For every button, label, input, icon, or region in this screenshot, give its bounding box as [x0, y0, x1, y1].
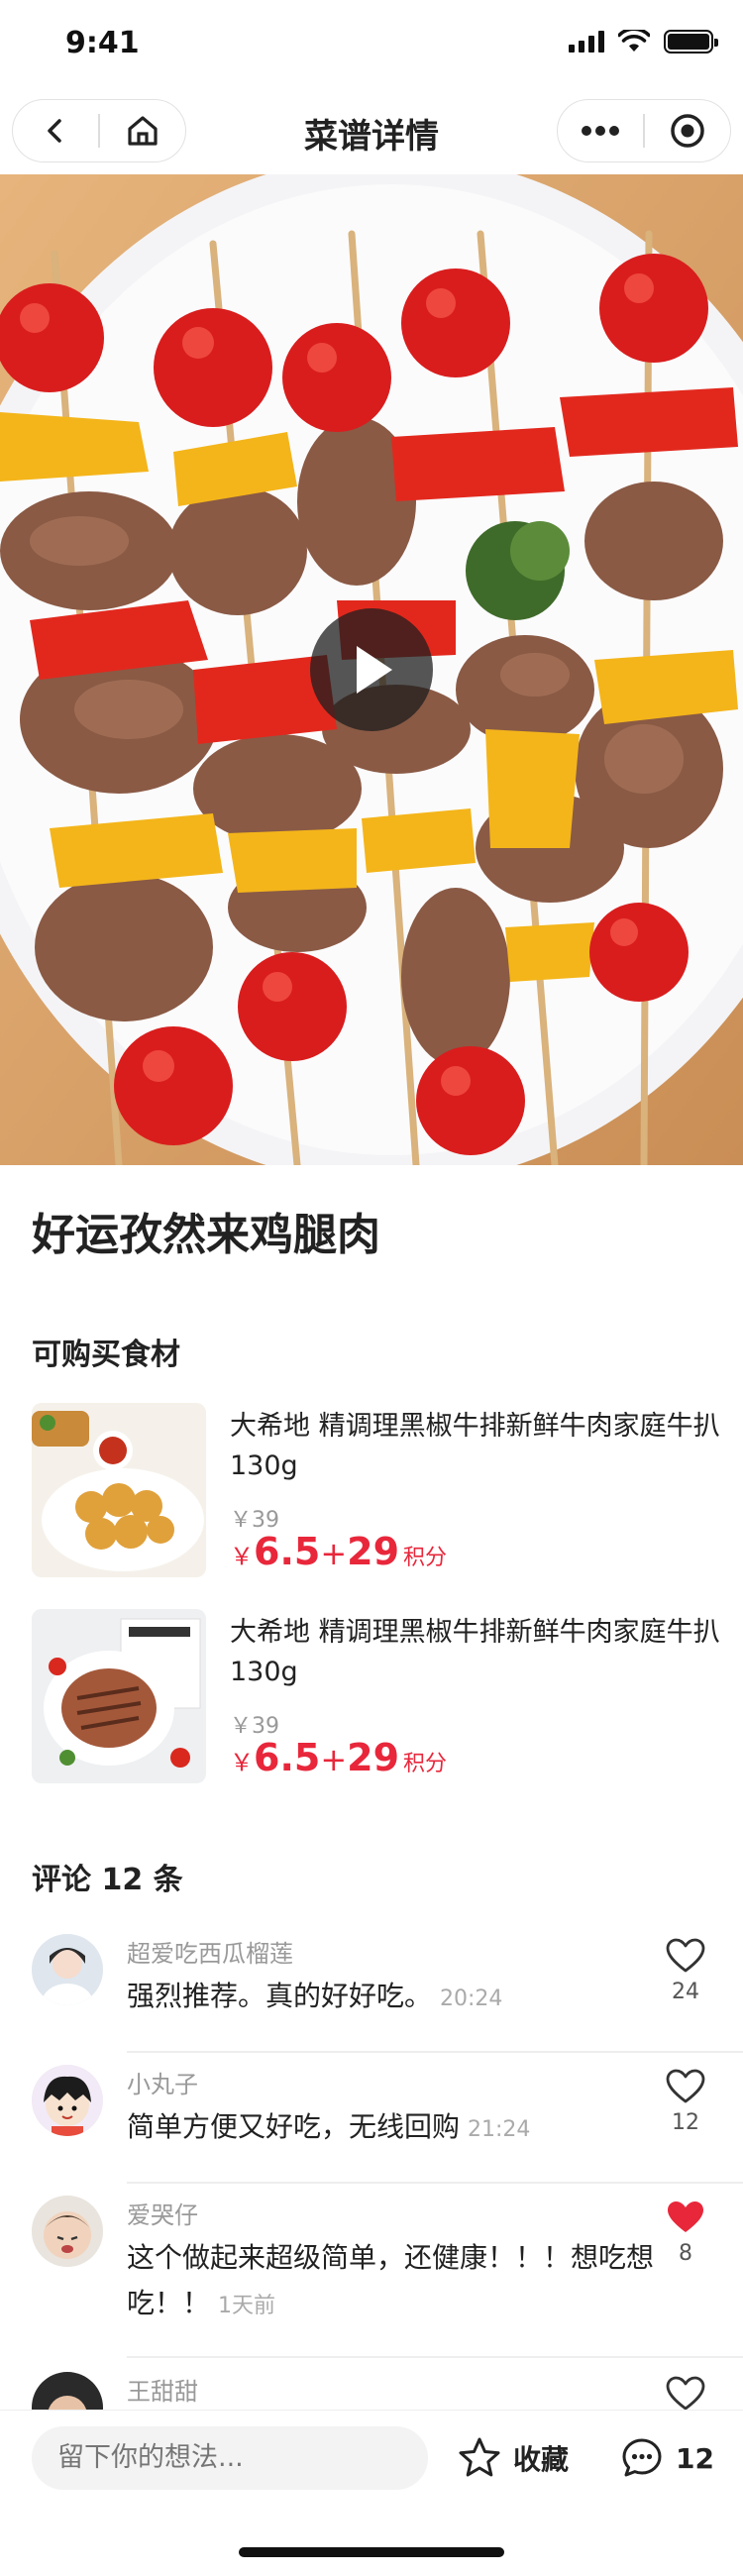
- price-plus: +: [320, 1741, 348, 1778]
- more-icon: [582, 126, 620, 136]
- heart-filled-icon: [668, 2201, 703, 2232]
- avatar[interactable]: [32, 2065, 103, 2136]
- product-thumbnail: [32, 1609, 206, 1783]
- like-count: 12: [672, 2110, 699, 2135]
- comment-time: 21:24: [468, 2117, 531, 2142]
- price-value: 6.5: [254, 1530, 321, 1573]
- avatar[interactable]: [32, 2372, 103, 2412]
- comment-text: 强烈推荐。真的好好吃。 20:24: [127, 1974, 662, 2022]
- price-plus: +: [320, 1535, 348, 1572]
- comment-text: 简单方便又好吃，无线回购 21:24: [127, 2104, 662, 2153]
- comment-divider: [127, 2356, 743, 2358]
- star-icon: [459, 2437, 500, 2477]
- comment-item: 超爱吃西瓜榴莲 强烈推荐。真的好好吃。 20:24 24: [32, 1934, 743, 2053]
- status-bar: 9:41: [0, 0, 743, 87]
- comment-item: 爱哭仔 这个做起来超级简单，还健康！！！想吃想吃！！ 1天前 8: [32, 2196, 743, 2358]
- recipe-video-cover[interactable]: [0, 174, 743, 1165]
- play-button[interactable]: [310, 608, 433, 731]
- comment-time: 20:24: [440, 1986, 503, 2011]
- comment-body: 这个做起来超级简单，还健康！！！想吃想吃！！: [127, 2241, 655, 2319]
- comments-button[interactable]: 12: [620, 2428, 714, 2488]
- product-thumbnail: [32, 1403, 206, 1577]
- target-icon: [671, 114, 704, 148]
- favorite-button[interactable]: 收藏: [458, 2428, 569, 2488]
- play-icon: [357, 646, 392, 694]
- status-time: 9:41: [65, 26, 140, 60]
- nav-capsule-right: [557, 99, 731, 162]
- comment-username[interactable]: 王甜甜: [127, 2372, 198, 2407]
- recipe-title: 好运孜然来鸡腿肉: [32, 1210, 380, 1260]
- like-button[interactable]: 12: [656, 2069, 715, 2135]
- comment-input[interactable]: [32, 2426, 428, 2490]
- comment-username[interactable]: 超爱吃西瓜榴莲: [127, 1934, 293, 1969]
- favorite-label: 收藏: [513, 2443, 570, 2476]
- wifi-icon: [618, 30, 650, 52]
- comment-divider: [127, 2182, 743, 2184]
- points-label: 积分: [403, 1546, 448, 1570]
- comment-time: 1天前: [218, 2294, 276, 2318]
- signal-icon: [569, 31, 604, 53]
- comment-divider: [127, 2051, 743, 2053]
- product-name: 大希地 精调理黑椒牛排新鲜牛肉家庭牛扒130g: [230, 1411, 720, 1481]
- comment-item: 小丸子 简单方便又好吃，无线回购 21:24 12: [32, 2065, 743, 2184]
- comment-body: 强烈推荐。真的好好吃。: [127, 1980, 433, 2012]
- nav-bar: 菜谱详情: [0, 95, 743, 166]
- comment-item: 王甜甜: [32, 2372, 743, 2412]
- points-label: 积分: [403, 1752, 448, 1776]
- home-indicator: [239, 2547, 504, 2557]
- heart-outline-icon: [666, 1938, 705, 1973]
- like-button[interactable]: [656, 2376, 715, 2412]
- heart-outline-icon: [666, 2069, 705, 2103]
- comment-username[interactable]: 爱哭仔: [127, 2196, 198, 2230]
- bottom-action-bar: 收藏 12: [0, 2410, 743, 2576]
- comment-text: 这个做起来超级简单，还健康！！！想吃想吃！！ 1天前: [127, 2235, 662, 2329]
- currency-symbol: ￥: [230, 1543, 254, 1570]
- comments-section-title: 评论 12 条: [32, 1863, 183, 1897]
- comment-icon: [622, 2438, 662, 2477]
- status-icons: [569, 30, 718, 54]
- ingredients-section-title: 可购买食材: [32, 1338, 180, 1372]
- product-name: 大希地 精调理黑椒牛排新鲜牛肉家庭牛扒130g: [230, 1617, 720, 1687]
- heart-outline-icon: [666, 2376, 705, 2411]
- more-button[interactable]: [558, 100, 643, 161]
- like-button[interactable]: 8: [656, 2200, 715, 2266]
- points-value: 29: [347, 1736, 400, 1779]
- like-count: 24: [672, 1980, 699, 2004]
- comment-body: 简单方便又好吃，无线回购: [127, 2110, 461, 2143]
- product-price: ￥6.5+29 积分: [230, 1736, 447, 1779]
- product-card[interactable]: 大希地 精调理黑椒牛排新鲜牛肉家庭牛扒130g ￥39 ￥6.5+29 积分: [32, 1403, 720, 1577]
- currency-symbol: ￥: [230, 1749, 254, 1776]
- product-card[interactable]: 大希地 精调理黑椒牛排新鲜牛肉家庭牛扒130g ￥39 ￥6.5+29 积分: [32, 1609, 720, 1783]
- price-value: 6.5: [254, 1736, 321, 1779]
- avatar[interactable]: [32, 2196, 103, 2267]
- product-price: ￥6.5+29 积分: [230, 1530, 447, 1573]
- comment-username[interactable]: 小丸子: [127, 2065, 198, 2099]
- like-count: 8: [679, 2241, 692, 2266]
- like-button[interactable]: 24: [656, 1938, 715, 2004]
- battery-icon: [664, 30, 718, 54]
- avatar[interactable]: [32, 1934, 103, 2005]
- points-value: 29: [347, 1530, 400, 1573]
- close-miniprogram-button[interactable]: [645, 100, 730, 161]
- comment-count: 12: [676, 2441, 714, 2475]
